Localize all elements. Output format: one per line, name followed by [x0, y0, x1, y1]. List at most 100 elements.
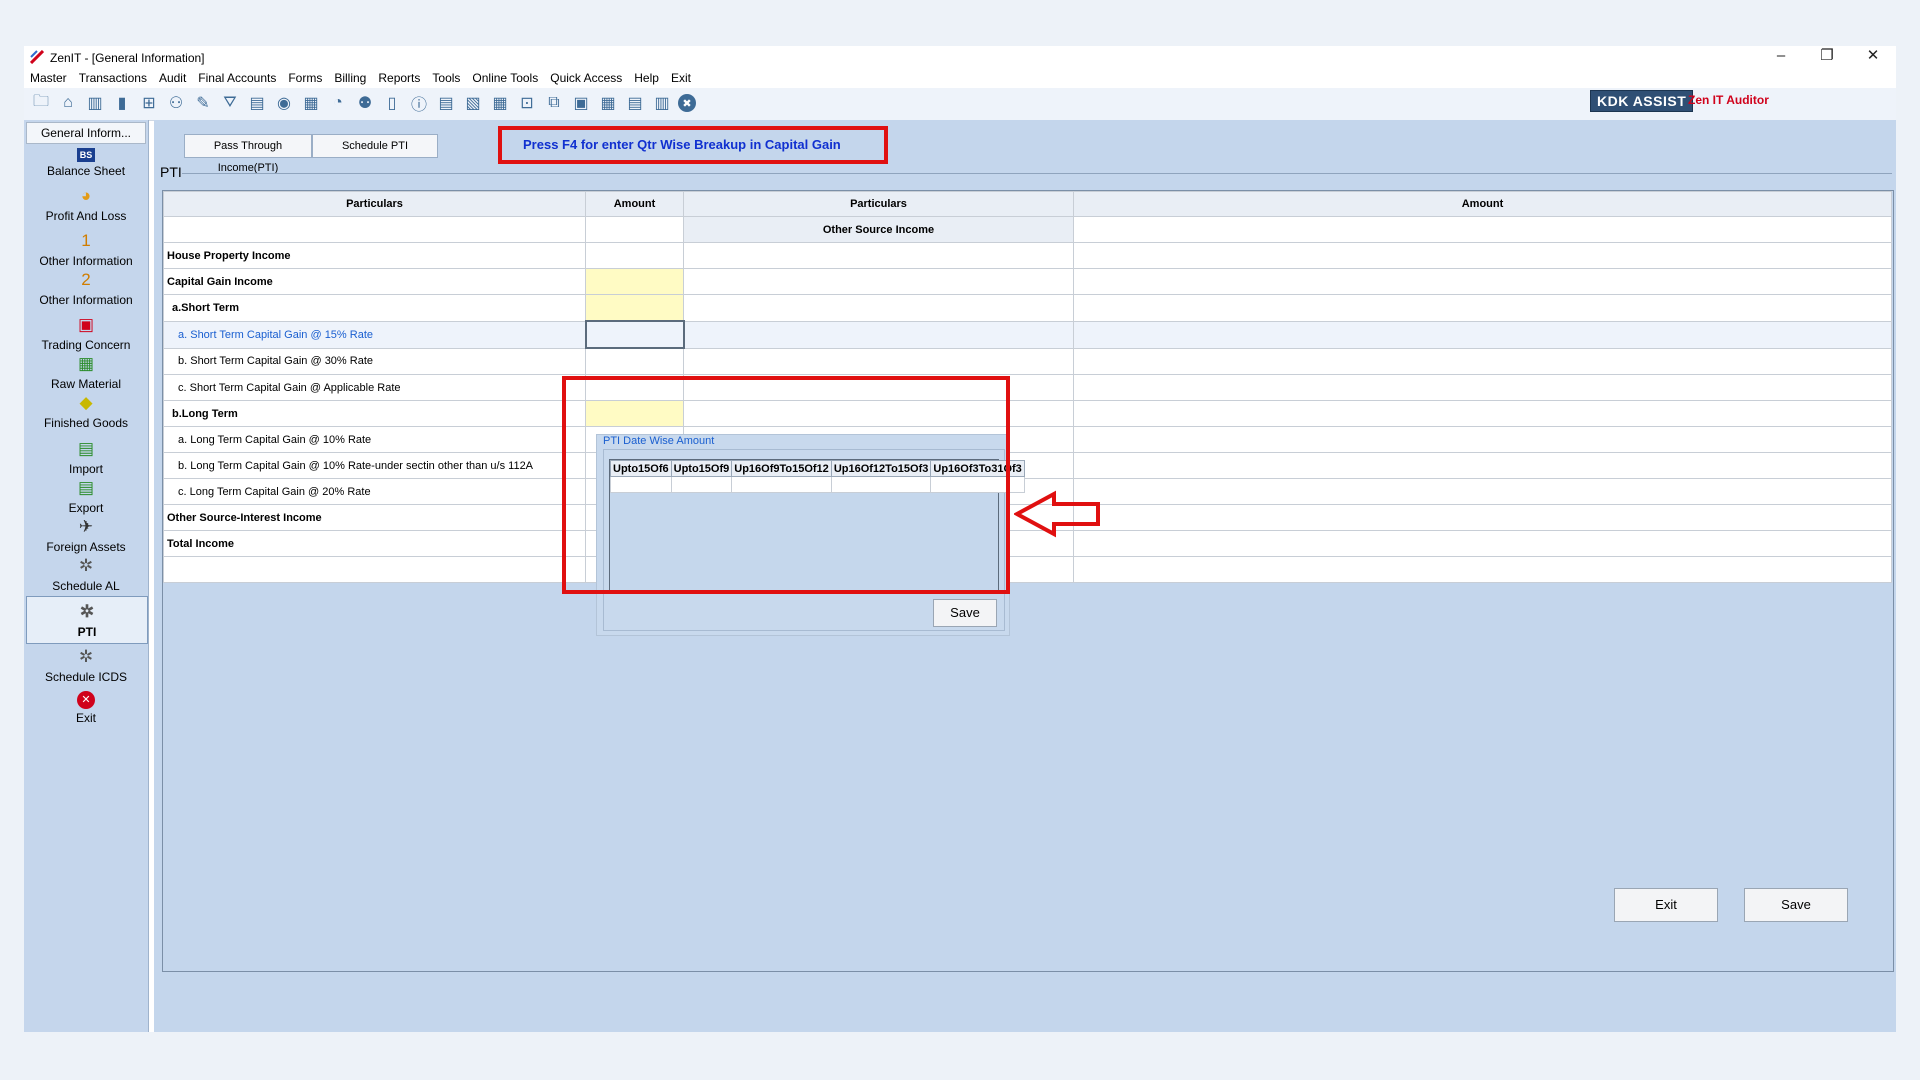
- grid-cell: [683, 294, 1074, 322]
- table-row[interactable]: [163, 556, 1892, 583]
- menu-quick-access[interactable]: Quick Access: [544, 68, 628, 88]
- inbox-icon[interactable]: ⊡: [516, 92, 538, 114]
- amount-cell[interactable]: [585, 242, 684, 269]
- menu-online-tools[interactable]: Online Tools: [466, 68, 544, 88]
- table-row[interactable]: b. Short Term Capital Gain @ 30% Rate: [163, 347, 1892, 375]
- grid-cell[interactable]: [1073, 400, 1892, 427]
- sidebar-item-schedule-al[interactable]: ✲ Schedule AL: [26, 551, 146, 597]
- grid-cell[interactable]: [1073, 320, 1892, 349]
- grid-cell[interactable]: [1073, 268, 1892, 295]
- dialog-save-button[interactable]: Save: [933, 599, 997, 627]
- tab-schedule-pti[interactable]: Schedule PTI: [312, 134, 438, 158]
- sidebar-item-schedule-icds[interactable]: ✲ Schedule ICDS: [26, 642, 146, 688]
- table-row[interactable]: a.Short Term: [163, 294, 1892, 322]
- calculator-icon[interactable]: ▦: [300, 92, 322, 114]
- finished-goods-icon: ◆: [79, 393, 93, 412]
- building-icon[interactable]: ▦: [597, 92, 619, 114]
- form-icon[interactable]: ▥: [651, 92, 673, 114]
- grid-cell: [683, 320, 1074, 349]
- number-one-icon: 1: [81, 231, 91, 250]
- restore-button[interactable]: ❐: [1804, 46, 1850, 68]
- grid-cell[interactable]: [1073, 374, 1892, 401]
- grid-cell: [683, 268, 1074, 295]
- row-label: b.Long Term: [163, 400, 586, 427]
- grid-cell[interactable]: [1073, 242, 1892, 269]
- menu-master[interactable]: Master: [24, 68, 73, 88]
- pie-chart-icon[interactable]: ◔: [327, 92, 349, 114]
- amount-cell[interactable]: [584, 320, 685, 349]
- users-icon[interactable]: ⚇: [165, 92, 187, 114]
- open-icon[interactable]: 🗀: [30, 92, 52, 114]
- sidebar-item-exit[interactable]: ✕ Exit: [26, 687, 146, 733]
- gift-icon[interactable]: ⊞: [138, 92, 160, 114]
- menu-tools[interactable]: Tools: [426, 68, 466, 88]
- menu-forms[interactable]: Forms: [282, 68, 328, 88]
- window-title: ZenIT - [General Information]: [50, 51, 205, 65]
- grid-cell[interactable]: [1073, 426, 1892, 453]
- user-icon[interactable]: ⚉: [354, 92, 376, 114]
- grid-cell[interactable]: [1073, 530, 1892, 557]
- document-icon[interactable]: ▧: [462, 92, 484, 114]
- book-icon[interactable]: ▯: [381, 92, 403, 114]
- amount-cell[interactable]: [585, 294, 684, 322]
- sidebar-item-pti[interactable]: ✲ PTI: [26, 596, 148, 644]
- save-button[interactable]: Save: [1744, 888, 1848, 922]
- grid-cell[interactable]: [1073, 294, 1892, 322]
- kdk-assist-button[interactable]: KDK ASSIST: [1590, 90, 1694, 112]
- highlight-box-message: [498, 126, 888, 164]
- grid-cell[interactable]: [1073, 504, 1892, 531]
- sidebar-item-label: Schedule AL: [52, 579, 120, 593]
- row-label: b. Short Term Capital Gain @ 30% Rate: [163, 347, 586, 375]
- info-icon[interactable]: ⓘ: [408, 92, 430, 114]
- grid-cell[interactable]: [1073, 347, 1892, 375]
- sco-icon[interactable]: ▤: [624, 92, 646, 114]
- menu-billing[interactable]: Billing: [328, 68, 372, 88]
- table-row[interactable]: a. Long Term Capital Gain @ 10% Rate: [163, 426, 1892, 453]
- sidebar-header[interactable]: General Inform...: [26, 122, 146, 144]
- sidebar-item-profit-and-loss[interactable]: ◕ Profit And Loss: [26, 181, 146, 227]
- trading-concern-icon: ▣: [77, 315, 95, 334]
- grid-cell[interactable]: [1073, 478, 1892, 505]
- table-row[interactable]: a. Short Term Capital Gain @ 15% Rate: [163, 320, 1892, 349]
- minimize-button[interactable]: –: [1758, 46, 1804, 68]
- home-icon[interactable]: ⌂: [57, 92, 79, 114]
- sidebar-item-finished-goods[interactable]: ◆ Finished Goods: [26, 388, 146, 434]
- table-row[interactable]: House Property Income: [163, 242, 1892, 269]
- row-label: a.Short Term: [163, 294, 586, 322]
- sidebar-item-other-information[interactable]: 2 Other Information: [26, 265, 146, 311]
- menu-reports[interactable]: Reports: [372, 68, 426, 88]
- table-row[interactable]: c. Short Term Capital Gain @ Applicable …: [163, 374, 1892, 401]
- table-row[interactable]: b. Long Term Capital Gain @ 10% Rate-und…: [163, 452, 1892, 479]
- table-row[interactable]: b.Long Term: [163, 400, 1892, 427]
- sidebar-item-label: PTI: [77, 625, 97, 639]
- calendar-icon[interactable]: ▦: [489, 92, 511, 114]
- col-amount: Amount: [585, 191, 684, 217]
- menu-audit[interactable]: Audit: [153, 68, 192, 88]
- menu-transactions[interactable]: Transactions: [73, 68, 153, 88]
- menu-final-accounts[interactable]: Final Accounts: [192, 68, 282, 88]
- tax-icon[interactable]: ▤: [246, 92, 268, 114]
- bar-chart-icon[interactable]: ▮: [111, 92, 133, 114]
- copy-icon[interactable]: ⧉: [543, 92, 565, 114]
- grid-cell[interactable]: [163, 556, 586, 583]
- exit-button[interactable]: Exit: [1614, 888, 1718, 922]
- balance-sheet-icon[interactable]: ▣: [570, 92, 592, 114]
- amount-cell[interactable]: [585, 347, 684, 375]
- amount-cell[interactable]: [585, 268, 684, 295]
- menu-exit[interactable]: Exit: [665, 68, 697, 88]
- close-circle-icon[interactable]: ✖: [678, 94, 696, 112]
- report-icon[interactable]: ▤: [435, 92, 457, 114]
- menu-help[interactable]: Help: [628, 68, 665, 88]
- filter-icon[interactable]: ⛛: [219, 92, 241, 114]
- tools-icon[interactable]: ✎: [192, 92, 214, 114]
- grid-cell[interactable]: [1073, 556, 1892, 583]
- highlight-box-dialog: [562, 376, 1010, 594]
- refresh-icon[interactable]: ◉: [273, 92, 295, 114]
- row-label: Capital Gain Income: [163, 268, 586, 295]
- close-window-button[interactable]: ✕: [1850, 46, 1896, 68]
- grid-cell[interactable]: [1073, 452, 1892, 479]
- table-row[interactable]: Capital Gain Income: [163, 268, 1892, 295]
- buildings-icon[interactable]: ▥: [84, 92, 106, 114]
- tab-pass-through-income[interactable]: Pass Through Income(PTI): [184, 134, 312, 174]
- table-row: Other Source Income: [163, 216, 1892, 243]
